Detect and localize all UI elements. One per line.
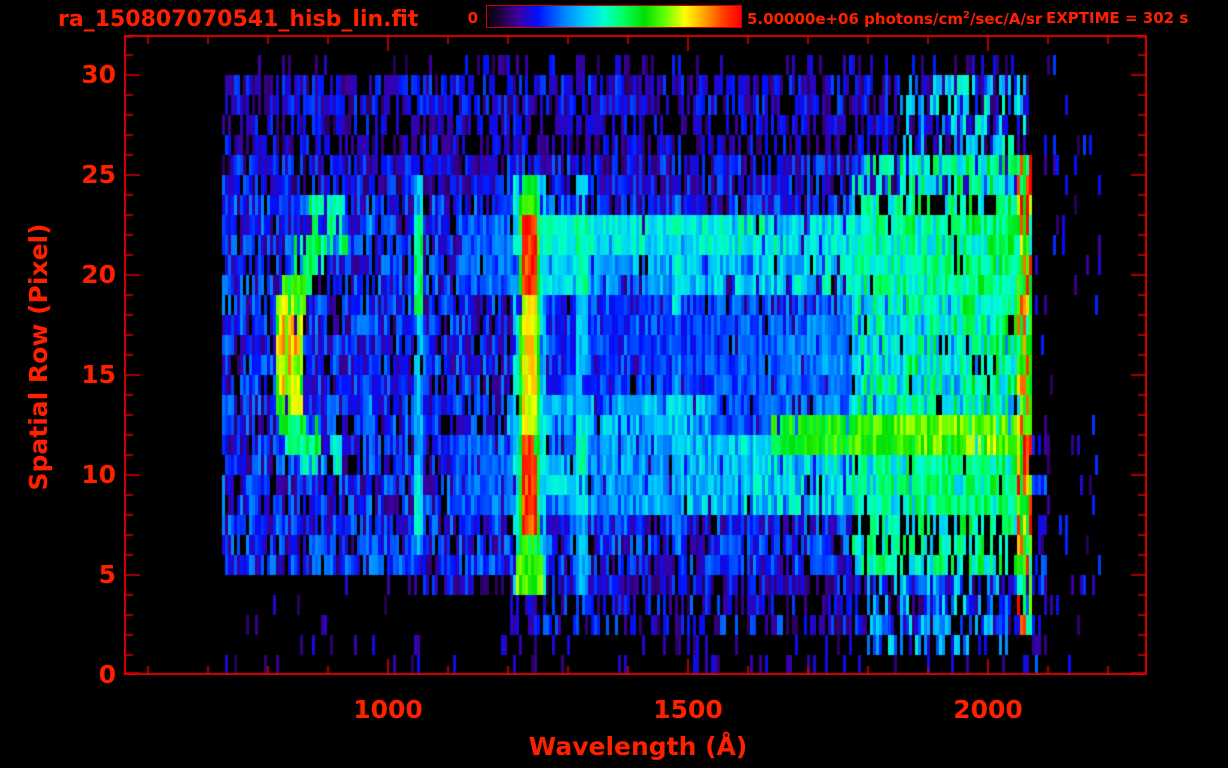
colorbar-max-prefix: 5.00000e+06 photons/cm (747, 10, 963, 28)
spectral-image-viewer: ra_150807070541_hisb_lin.fit 0 5.00000e+… (0, 0, 1228, 768)
x-tick-label-1500: 1500 (653, 695, 723, 724)
spectrogram-plot-area (124, 35, 1147, 675)
colorbar-min-label: 0 (467, 9, 478, 27)
y-axis-title: Spatial Row (Pixel) (24, 223, 53, 491)
x-tick-label-2000: 2000 (953, 695, 1023, 724)
file-title: ra_150807070541_hisb_lin.fit (58, 7, 419, 32)
x-tick-label-1000: 1000 (353, 695, 423, 724)
colorbar-max-suffix: /sec/A/sr (969, 10, 1043, 28)
y-tick-label-25: 25 (81, 160, 116, 189)
y-tick-label-20: 20 (81, 260, 116, 289)
y-tick-label-5: 5 (98, 560, 116, 589)
exptime-label: EXPTIME = 302 s (1046, 9, 1189, 27)
colorbar-max-superscript: 2 (962, 10, 970, 21)
y-tick-label-10: 10 (81, 460, 116, 489)
y-tick-label-15: 15 (81, 360, 116, 389)
x-axis-title: Wavelength (Å) (528, 732, 748, 761)
y-tick-label-0: 0 (98, 660, 116, 689)
colorbar-gradient (486, 5, 742, 28)
y-tick-label-30: 30 (81, 60, 116, 89)
colorbar-max-label: 5.00000e+06 photons/cm2/sec/A/sr (747, 11, 1042, 27)
